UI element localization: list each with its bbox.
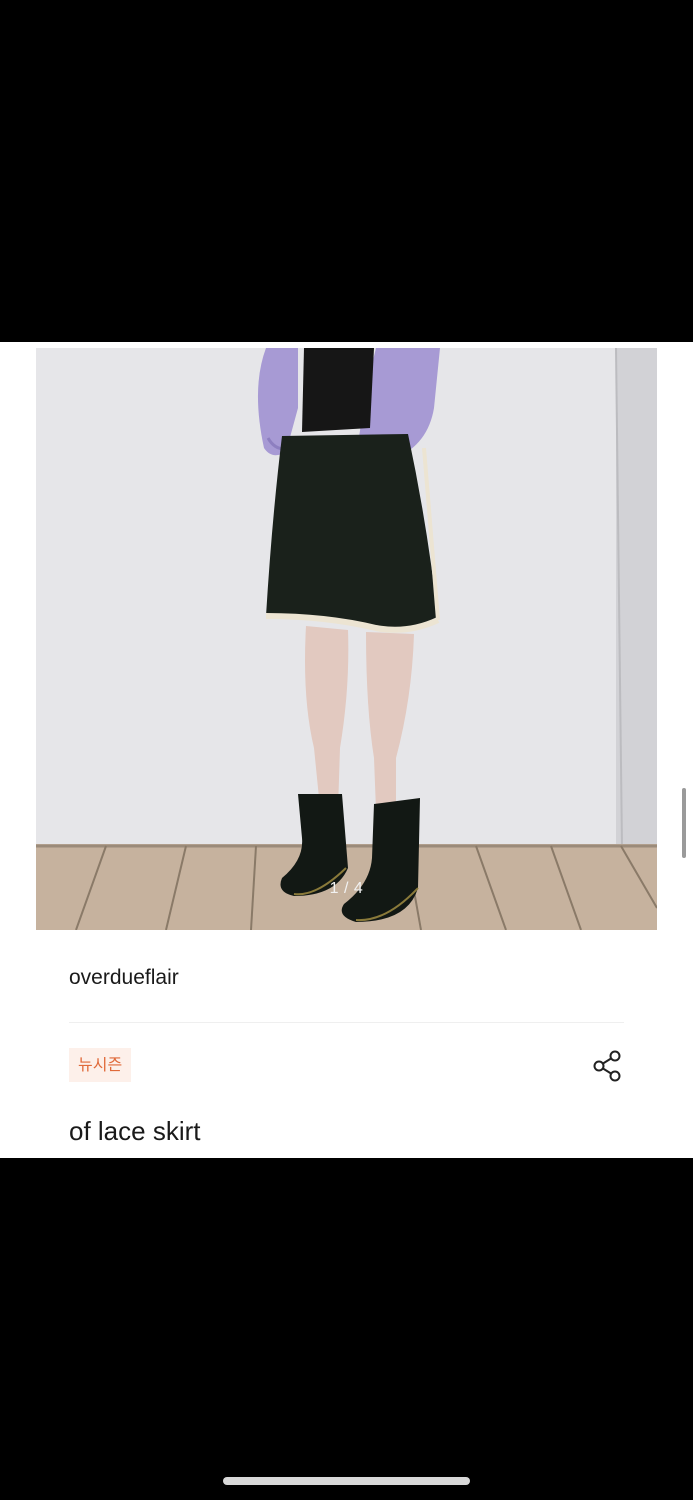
image-counter: 1 / 4 [329, 880, 364, 897]
product-detail-panel: 1 / 4 overdueflair 뉴시즌 of lace skirt [0, 342, 693, 1158]
product-image-carousel[interactable]: 1 / 4 [36, 348, 657, 930]
home-indicator[interactable] [223, 1477, 470, 1485]
new-season-badge: 뉴시즌 [69, 1048, 132, 1082]
scrollbar[interactable] [682, 788, 686, 858]
share-button[interactable] [590, 1049, 624, 1083]
brand-name[interactable]: overdueflair [69, 966, 179, 990]
product-title: of lace skirt [69, 1116, 201, 1146]
share-icon [593, 1050, 621, 1082]
product-photo [36, 348, 657, 930]
divider [69, 1022, 624, 1023]
